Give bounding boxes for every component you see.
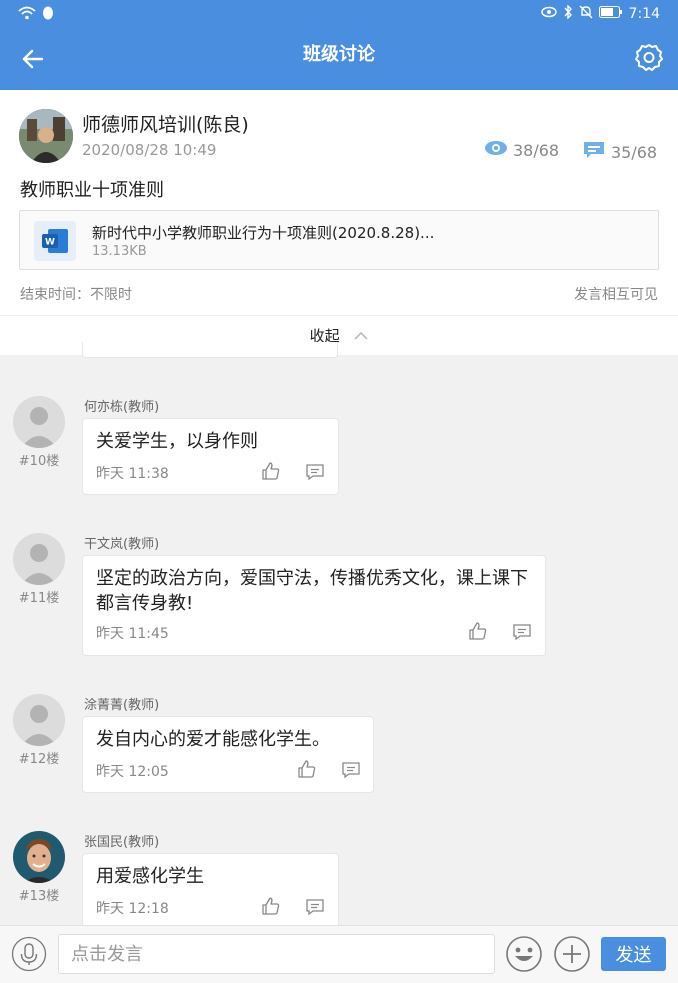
mute-icon	[579, 5, 593, 23]
microphone-icon[interactable]	[11, 936, 47, 972]
post-card: 师德师风培训(陈良) 2020/08/28 10:49 38/68 35/68 …	[0, 90, 678, 355]
reply-count-text: 35/68	[611, 142, 658, 162]
commenter-name: 张国民(教师)	[84, 835, 160, 850]
comment-time: 昨天 12:18	[96, 901, 169, 917]
reply-icon[interactable]	[512, 622, 532, 642]
plus-icon[interactable]	[553, 935, 591, 973]
commenter-name: 干文岚(教师)	[84, 537, 160, 552]
post-date: 2020/08/28 10:49	[82, 141, 217, 159]
floor-number: #11楼	[18, 591, 60, 606]
reply-icon[interactable]	[305, 897, 325, 917]
status-time: 7:14	[628, 6, 660, 22]
view-count: 38/68	[484, 140, 559, 160]
author-avatar[interactable]	[19, 109, 73, 163]
reply-icon[interactable]	[341, 760, 361, 780]
previous-comment-bubble	[82, 342, 338, 358]
comment-time: 昨天 12:05	[96, 764, 169, 780]
comment-time: 昨天 11:38	[96, 466, 169, 482]
avatar[interactable]	[13, 396, 65, 448]
floor-number: #10楼	[18, 454, 60, 469]
bluetooth-icon	[563, 4, 573, 23]
post-headline: 教师职业十项准则	[20, 180, 164, 201]
comment-bubble: 关爱学生，以身作则 昨天 11:38	[82, 418, 339, 495]
send-button[interactable]: 发送	[601, 937, 666, 971]
svg-text:W: W	[45, 238, 55, 248]
commenter-name: 涂菁菁(教师)	[84, 698, 160, 713]
floor-number: #13楼	[18, 889, 60, 904]
post-author[interactable]: 师德师风培训(陈良)	[82, 110, 249, 137]
word-file-icon: W	[34, 221, 76, 261]
end-time: 结束时间：不限时	[20, 287, 132, 303]
comment-text: 用爱感化学生	[96, 866, 204, 887]
comment-text: 关爱学生，以身作则	[96, 431, 258, 452]
commenter-name: 何亦栋(教师)	[84, 400, 160, 415]
avatar[interactable]	[13, 694, 65, 746]
avatar[interactable]	[13, 831, 65, 883]
comment-bubble: 坚定的政治方向，爱国守法，传播优秀文化，课上课下都言传身教! 昨天 11:45	[82, 555, 546, 656]
visibility-note: 发言相互可见	[574, 287, 658, 303]
reply-bubble-icon	[582, 140, 606, 164]
attachment-size: 13.13KB	[92, 244, 147, 259]
chevron-up-icon	[354, 316, 368, 356]
thumbs-up-icon[interactable]	[468, 621, 488, 641]
reply-icon[interactable]	[305, 462, 325, 482]
comment-time: 昨天 11:45	[96, 626, 169, 642]
eye-icon	[540, 6, 557, 22]
avatar[interactable]	[13, 533, 65, 585]
attachment-name: 新时代中小学教师职业行为十项准则(2020.8.28)...	[92, 224, 435, 242]
composer-bar: 发送	[0, 925, 678, 983]
comment-input[interactable]	[58, 934, 495, 974]
view-eye-icon	[484, 140, 508, 160]
emoji-icon[interactable]	[505, 935, 543, 973]
floor-number: #12楼	[18, 752, 60, 767]
thumbs-up-icon[interactable]	[261, 461, 281, 481]
qq-icon	[42, 6, 54, 24]
app-bar: 班级讨论	[0, 28, 678, 90]
battery-icon	[598, 6, 623, 22]
status-bar: 7:14	[0, 0, 678, 28]
view-count-text: 38/68	[513, 140, 560, 160]
comment-text: 发自内心的爱才能感化学生。	[96, 729, 330, 750]
thumbs-up-icon[interactable]	[261, 896, 281, 916]
attachment-card[interactable]: W 新时代中小学教师职业行为十项准则(2020.8.28)... 13.13KB	[19, 210, 659, 270]
gear-icon[interactable]	[634, 42, 664, 72]
reply-count: 35/68	[582, 140, 657, 164]
comment-bubble: 发自内心的爱才能感化学生。 昨天 12:05	[82, 716, 374, 793]
wifi-icon	[18, 6, 36, 24]
page-title: 班级讨论	[303, 44, 375, 65]
comment-bubble: 用爱感化学生 昨天 12:18	[82, 853, 339, 930]
thumbs-up-icon[interactable]	[297, 759, 317, 779]
comment-text: 坚定的政治方向，爱国守法，传播优秀文化，课上课下都言传身教!	[96, 568, 528, 614]
